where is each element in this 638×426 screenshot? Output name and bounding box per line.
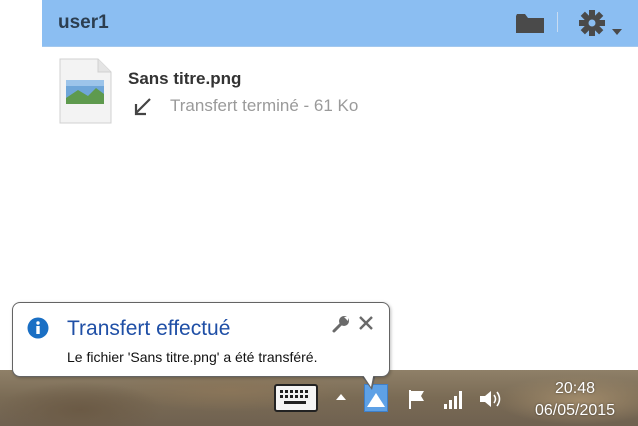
header-divider [557, 12, 558, 32]
transfer-status: Transfert terminé [170, 96, 299, 115]
gear-icon [579, 10, 605, 36]
clock-date: 06/05/2015 [534, 402, 616, 419]
info-icon [27, 317, 49, 339]
file-name: Sans titre.png [128, 69, 242, 88]
folder-button[interactable] [514, 10, 546, 36]
download-arrow-icon [134, 98, 151, 116]
app-header: user1 [42, 0, 638, 47]
folder-icon [516, 14, 544, 33]
notification-message: Le fichier 'Sans titre.png' a été transf… [67, 349, 318, 365]
file-list-item[interactable]: Sans titre.png Transfert terminé - 61 Ko [58, 58, 618, 128]
close-icon[interactable] [357, 314, 375, 332]
settings-button[interactable] [578, 8, 626, 38]
balloon-tail-inner [361, 372, 374, 387]
notification-balloon[interactable]: Transfert effectué Le fichier 'Sans titr… [12, 302, 390, 377]
clock-time: 20:48 [554, 380, 596, 397]
volume-icon[interactable] [478, 388, 504, 410]
file-size: 61 Ko [313, 96, 359, 115]
keyboard-icon[interactable] [274, 384, 318, 412]
taskbar: 20:48 06/05/2015 [0, 370, 638, 426]
signal-icon[interactable] [442, 388, 466, 410]
chevron-up-icon[interactable] [334, 390, 348, 404]
user-name[interactable]: user1 [58, 12, 109, 34]
caret-down-icon [612, 29, 622, 35]
image-file-icon [59, 58, 112, 124]
taskbar-clock[interactable]: 20:48 06/05/2015 [520, 378, 630, 422]
notification-title: Transfert effectué [67, 317, 231, 340]
wrench-icon[interactable] [331, 314, 351, 334]
flag-icon[interactable] [406, 388, 428, 410]
file-status: Transfert terminé - 61 Ko [170, 96, 359, 115]
